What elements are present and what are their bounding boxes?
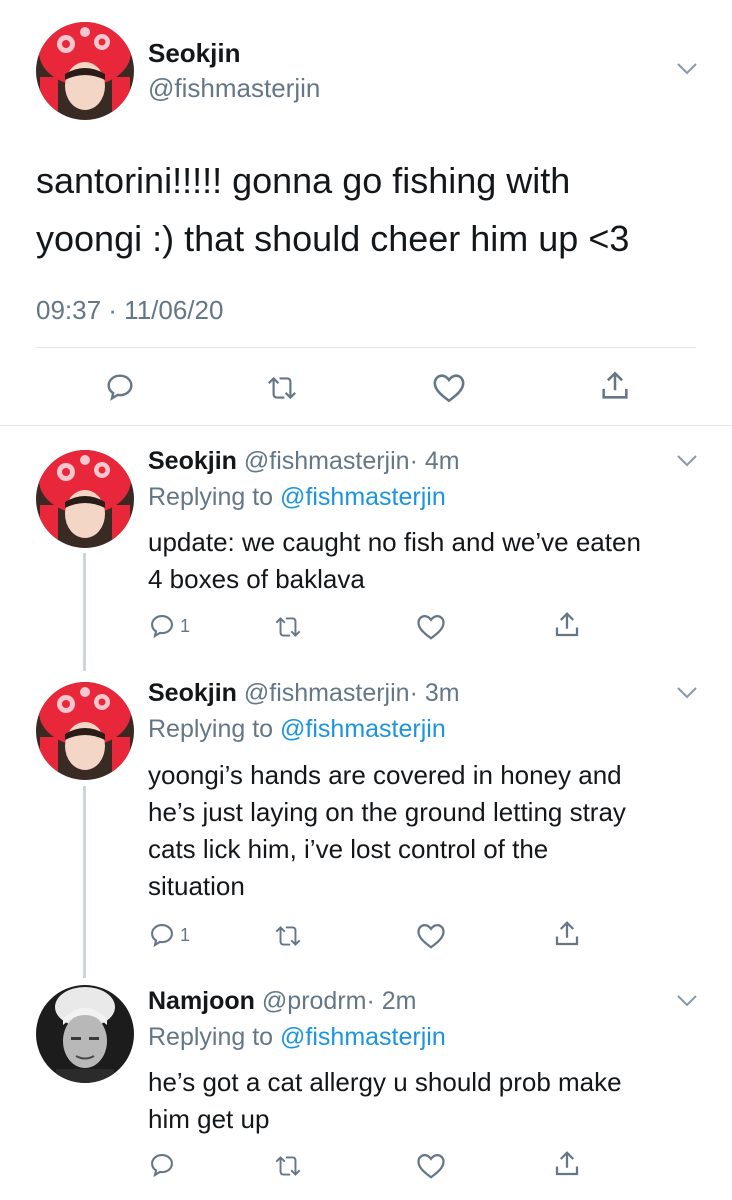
display-name[interactable]: Seokjin xyxy=(148,679,237,707)
reply-count: 1 xyxy=(180,924,191,945)
divider xyxy=(0,425,732,426)
reply-icon xyxy=(151,615,173,639)
reply-button[interactable]: 1 xyxy=(148,612,190,640)
retweet-button[interactable] xyxy=(272,1153,304,1179)
like-button[interactable] xyxy=(416,613,446,641)
reply-header: Seokjin @fishmasterjin· 4m xyxy=(148,445,460,477)
chevron-down-icon[interactable] xyxy=(676,454,698,468)
tweet-text-line: santorini!!!!! gonna go fishing with xyxy=(36,160,571,201)
replying-to-prefix: Replying to xyxy=(148,483,274,511)
share-icon xyxy=(602,371,628,399)
avatar[interactable] xyxy=(36,450,134,548)
share-icon xyxy=(555,1151,579,1176)
replying-to-handle[interactable]: @fishmasterjin xyxy=(280,483,446,511)
avatar[interactable] xyxy=(36,22,134,120)
reply-text-line: yoongi’s hands are covered in honey and xyxy=(148,760,622,790)
share-button[interactable] xyxy=(552,610,582,640)
retweet-button[interactable] xyxy=(272,614,304,640)
like-icon xyxy=(433,374,465,403)
avatar[interactable] xyxy=(36,985,134,1083)
handle[interactable]: @fishmasterjin xyxy=(244,679,410,707)
display-name[interactable]: Namjoon xyxy=(148,987,255,1015)
reply-text-line: 4 boxes of baklava xyxy=(148,564,365,594)
replying-to: Replying to @fishmasterjin xyxy=(148,713,446,745)
reply-text: update: we caught no fish and we’ve eate… xyxy=(148,524,713,598)
display-name[interactable]: Seokjin xyxy=(148,37,240,69)
replying-to-prefix: Replying to xyxy=(148,1023,274,1051)
reply-text: yoongi’s hands are covered in honey and … xyxy=(148,757,713,905)
reply-icon xyxy=(151,924,173,948)
share-button[interactable] xyxy=(598,369,632,403)
replying-to: Replying to @fishmasterjin xyxy=(148,481,446,513)
like-button[interactable] xyxy=(432,372,466,404)
replying-to-handle[interactable]: @fishmasterjin xyxy=(280,1023,446,1051)
retweet-icon xyxy=(275,926,301,946)
handle[interactable]: @fishmasterjin xyxy=(244,447,410,475)
like-icon xyxy=(417,614,445,640)
like-button[interactable] xyxy=(416,922,446,950)
tweet-timestamp[interactable]: 09:37 · 11/06/20 xyxy=(36,294,223,326)
avatar[interactable] xyxy=(36,682,134,780)
share-button[interactable] xyxy=(552,919,582,949)
reply-text: he’s got a cat allergy u should prob mak… xyxy=(148,1064,713,1138)
reply-text-line: he’s just laying on the ground letting s… xyxy=(148,797,626,827)
reply-text-line: update: we caught no fish and we’ve eate… xyxy=(148,527,641,557)
like-icon xyxy=(417,1153,445,1179)
retweet-button[interactable] xyxy=(272,923,304,949)
replying-to-handle[interactable]: @fishmasterjin xyxy=(280,715,446,743)
reply-icon xyxy=(107,374,133,401)
replying-to-prefix: Replying to xyxy=(148,715,274,743)
share-button[interactable] xyxy=(552,1149,582,1179)
thread-line xyxy=(83,553,86,671)
tweet-text-line: yoongi :) that should cheer him up <3 xyxy=(36,218,630,259)
tweet-text: santorini!!!!! gonna go fishing with yoo… xyxy=(36,152,629,268)
display-name[interactable]: Seokjin xyxy=(148,447,237,475)
reply-button[interactable] xyxy=(104,371,136,403)
like-icon xyxy=(417,923,445,949)
reply-header: Namjoon @prodrm· 2m xyxy=(148,985,416,1017)
replying-to: Replying to @fishmasterjin xyxy=(148,1021,446,1053)
chevron-down-icon[interactable] xyxy=(676,62,698,76)
retweet-icon xyxy=(275,617,301,637)
thread-line xyxy=(83,786,86,978)
relative-time[interactable]: · 3m xyxy=(410,679,460,707)
reply-count: 1 xyxy=(180,615,191,636)
handle[interactable]: @prodrm xyxy=(262,987,367,1015)
reply-button[interactable]: 1 xyxy=(148,921,190,949)
chevron-down-icon[interactable] xyxy=(676,686,698,700)
like-button[interactable] xyxy=(416,1152,446,1180)
reply-button[interactable] xyxy=(148,1151,180,1179)
reply-icon xyxy=(151,1154,173,1178)
reply-header: Seokjin @fishmasterjin· 3m xyxy=(148,677,460,709)
retweet-button[interactable] xyxy=(264,373,300,403)
reply-text-line: he’s got a cat allergy u should prob mak… xyxy=(148,1067,622,1097)
reply-text-line: situation xyxy=(148,871,245,901)
share-icon xyxy=(555,612,579,637)
share-icon xyxy=(555,921,579,946)
retweet-icon xyxy=(268,376,296,400)
relative-time[interactable]: · 2m xyxy=(366,987,416,1015)
divider xyxy=(36,347,696,348)
retweet-icon xyxy=(275,1156,301,1176)
handle[interactable]: @fishmasterjin xyxy=(148,72,320,104)
reply-text-line: cats lick him, i’ve lost control of the xyxy=(148,834,549,864)
reply-text-line: him get up xyxy=(148,1104,270,1134)
relative-time[interactable]: · 4m xyxy=(410,447,460,475)
chevron-down-icon[interactable] xyxy=(676,994,698,1008)
